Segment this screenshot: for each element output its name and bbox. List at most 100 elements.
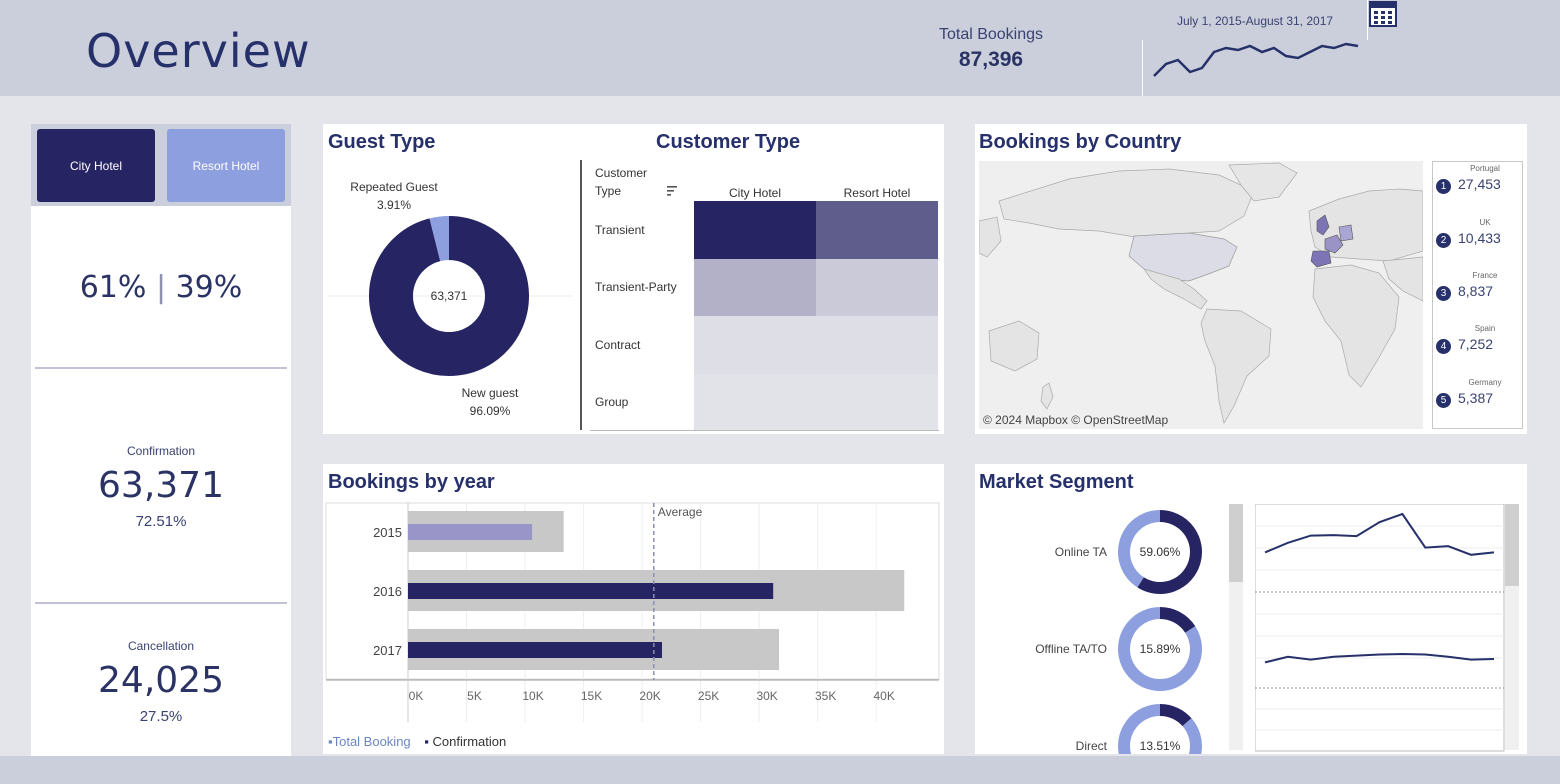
map-credit[interactable]: © 2024 Mapbox © OpenStreetMap <box>983 413 1168 427</box>
country-name: Portugal <box>1470 164 1500 173</box>
table-border <box>590 430 939 431</box>
kpi-panel: City Hotel Resort Hotel 61% | 39% Confir… <box>31 124 291 756</box>
y-tick-label: 2017 <box>373 643 402 658</box>
new-guest-label: New guest <box>461 386 519 400</box>
rank-badge: 2 <box>1436 233 1451 248</box>
confirmation-label: Confirmation <box>126 444 196 458</box>
top-countries-list: Portugal 1 27,453 UK 2 10,433 France 3 8… <box>1432 161 1523 429</box>
total-bookings-label: Total Bookings <box>938 26 1044 43</box>
bookings-by-country-title: Bookings by Country <box>979 131 1182 153</box>
y-tick-label: 2015 <box>373 525 402 540</box>
x-tick-label: 30K <box>756 689 777 703</box>
average-label: Average <box>658 505 703 519</box>
heatmap-cell[interactable] <box>816 373 938 431</box>
country-value: 8,837 <box>1458 283 1494 299</box>
row-label: Contract <box>595 338 641 352</box>
column-header-resort: Resort Hotel <box>843 186 911 200</box>
y-tick-label: 2016 <box>373 584 402 599</box>
legend-confirmation[interactable]: ▪ Confirmation <box>424 734 506 749</box>
x-tick-label: 0K <box>409 689 424 703</box>
bar-confirmation <box>408 524 533 540</box>
world-map[interactable] <box>979 161 1423 429</box>
sparkline-path <box>1153 42 1359 77</box>
donut-center-value: 63,371 <box>431 289 468 303</box>
guest-type-donut[interactable]: 63,371 <box>323 204 573 384</box>
cancellation-value: 24,025 <box>98 660 224 701</box>
row-label: Transient <box>595 223 645 237</box>
rank-badge: 1 <box>1436 179 1451 194</box>
repeated-guest-label: Repeated Guest <box>350 180 438 194</box>
page-title: Overview <box>86 24 311 78</box>
bookings-by-country-panel: Bookings by Country © 2024 Mapbox © Open… <box>975 124 1527 434</box>
divider <box>35 367 287 369</box>
heatmap-cell[interactable] <box>816 316 938 374</box>
confirmation-pct: 72.51% <box>135 513 187 530</box>
heatmap-cell[interactable] <box>694 316 816 374</box>
scrollbar-thumb[interactable] <box>1505 504 1519 586</box>
header-divider <box>1142 40 1143 96</box>
x-tick-label: 20K <box>639 689 660 703</box>
city-share: 61% <box>79 270 147 305</box>
hotel-filter: City Hotel Resort Hotel <box>31 124 291 206</box>
scrollbar-thumb[interactable] <box>1229 504 1243 582</box>
rank-badge: 3 <box>1436 286 1451 301</box>
x-tick-label: 35K <box>815 689 836 703</box>
country-name: Germany <box>1468 378 1502 387</box>
donut-slice-segment <box>1159 704 1192 727</box>
country-value: 5,387 <box>1458 390 1494 406</box>
bar-confirmation <box>408 642 662 658</box>
donut-slice-segment <box>1159 607 1196 634</box>
country-name: Spain <box>1474 324 1496 333</box>
market-segment-trend-chart[interactable] <box>1255 504 1505 752</box>
footer-band <box>0 756 1560 784</box>
bookings-by-year-chart[interactable]: 0K 5K 10K 15K 20K 25K 30K 35K 40K 2015 2016 2017 Ave… <box>323 464 944 726</box>
resort-share: 39% <box>175 270 243 305</box>
customer-type-header: Customer Type <box>595 166 647 198</box>
heatmap-cell[interactable] <box>816 258 938 316</box>
donut-center-pct: 13.51% <box>1140 739 1181 753</box>
rank-badge: 5 <box>1436 393 1451 408</box>
total-bookings-value: 87,396 <box>958 48 1024 71</box>
column-header-city: City Hotel <box>728 186 781 200</box>
header-line: Customer <box>595 166 648 180</box>
scrollbar[interactable] <box>1505 504 1519 750</box>
chart-legend: ▪Total Booking ▪ Confirmation <box>328 734 506 749</box>
donut-center-pct: 59.06% <box>1140 545 1181 559</box>
donut-slice-repeated <box>429 216 450 262</box>
row-label: Transient-Party <box>595 280 677 294</box>
header-line: Type <box>595 184 622 198</box>
market-segment-donuts[interactable]: 59.06% 15.89% 13.51% <box>975 464 1225 754</box>
heatmap-cell[interactable] <box>694 201 816 259</box>
calendar-icon[interactable] <box>1368 0 1398 28</box>
city-hotel-button[interactable]: City Hotel <box>37 129 155 202</box>
legend-total-booking[interactable]: ▪Total Booking <box>328 734 411 749</box>
heatmap-cell[interactable] <box>816 201 938 259</box>
country-value: 10,433 <box>1458 230 1501 246</box>
country-value: 7,252 <box>1458 336 1494 352</box>
cancellation-label: Cancellation <box>127 639 195 653</box>
divider <box>35 602 287 604</box>
split-separator: | <box>155 270 167 305</box>
row-label: Group <box>595 395 629 409</box>
date-range: July 1, 2015-August 31, 2017 <box>1176 14 1334 28</box>
scrollbar[interactable] <box>1229 504 1243 750</box>
heatmap-cell[interactable] <box>694 373 816 431</box>
sort-icon[interactable] <box>667 186 679 196</box>
heatmap-cell[interactable] <box>694 258 816 316</box>
confirmation-value: 63,371 <box>98 465 224 506</box>
trend-line <box>1264 512 1495 556</box>
rank-badge: 4 <box>1436 339 1451 354</box>
x-tick-label: 10K <box>522 689 543 703</box>
country-name: UK <box>1479 218 1491 227</box>
bar-confirmation <box>408 583 774 599</box>
country-name: France <box>1472 271 1498 280</box>
resort-hotel-button[interactable]: Resort Hotel <box>167 129 285 202</box>
cancellation-pct: 27.5% <box>139 708 183 725</box>
new-guest-pct: 96.09% <box>469 404 511 418</box>
guest-customer-panel: Guest Type Customer Type Repeated Guest … <box>323 124 944 434</box>
country-value: 27,453 <box>1458 176 1501 192</box>
bookings-by-year-panel: Bookings by year 0K 5K 10K 15K 20K 25K 30K 35K 4… <box>323 464 944 754</box>
donut-center-pct: 15.89% <box>1140 642 1181 656</box>
x-tick-label: 5K <box>467 689 482 703</box>
x-tick-label: 25K <box>698 689 719 703</box>
